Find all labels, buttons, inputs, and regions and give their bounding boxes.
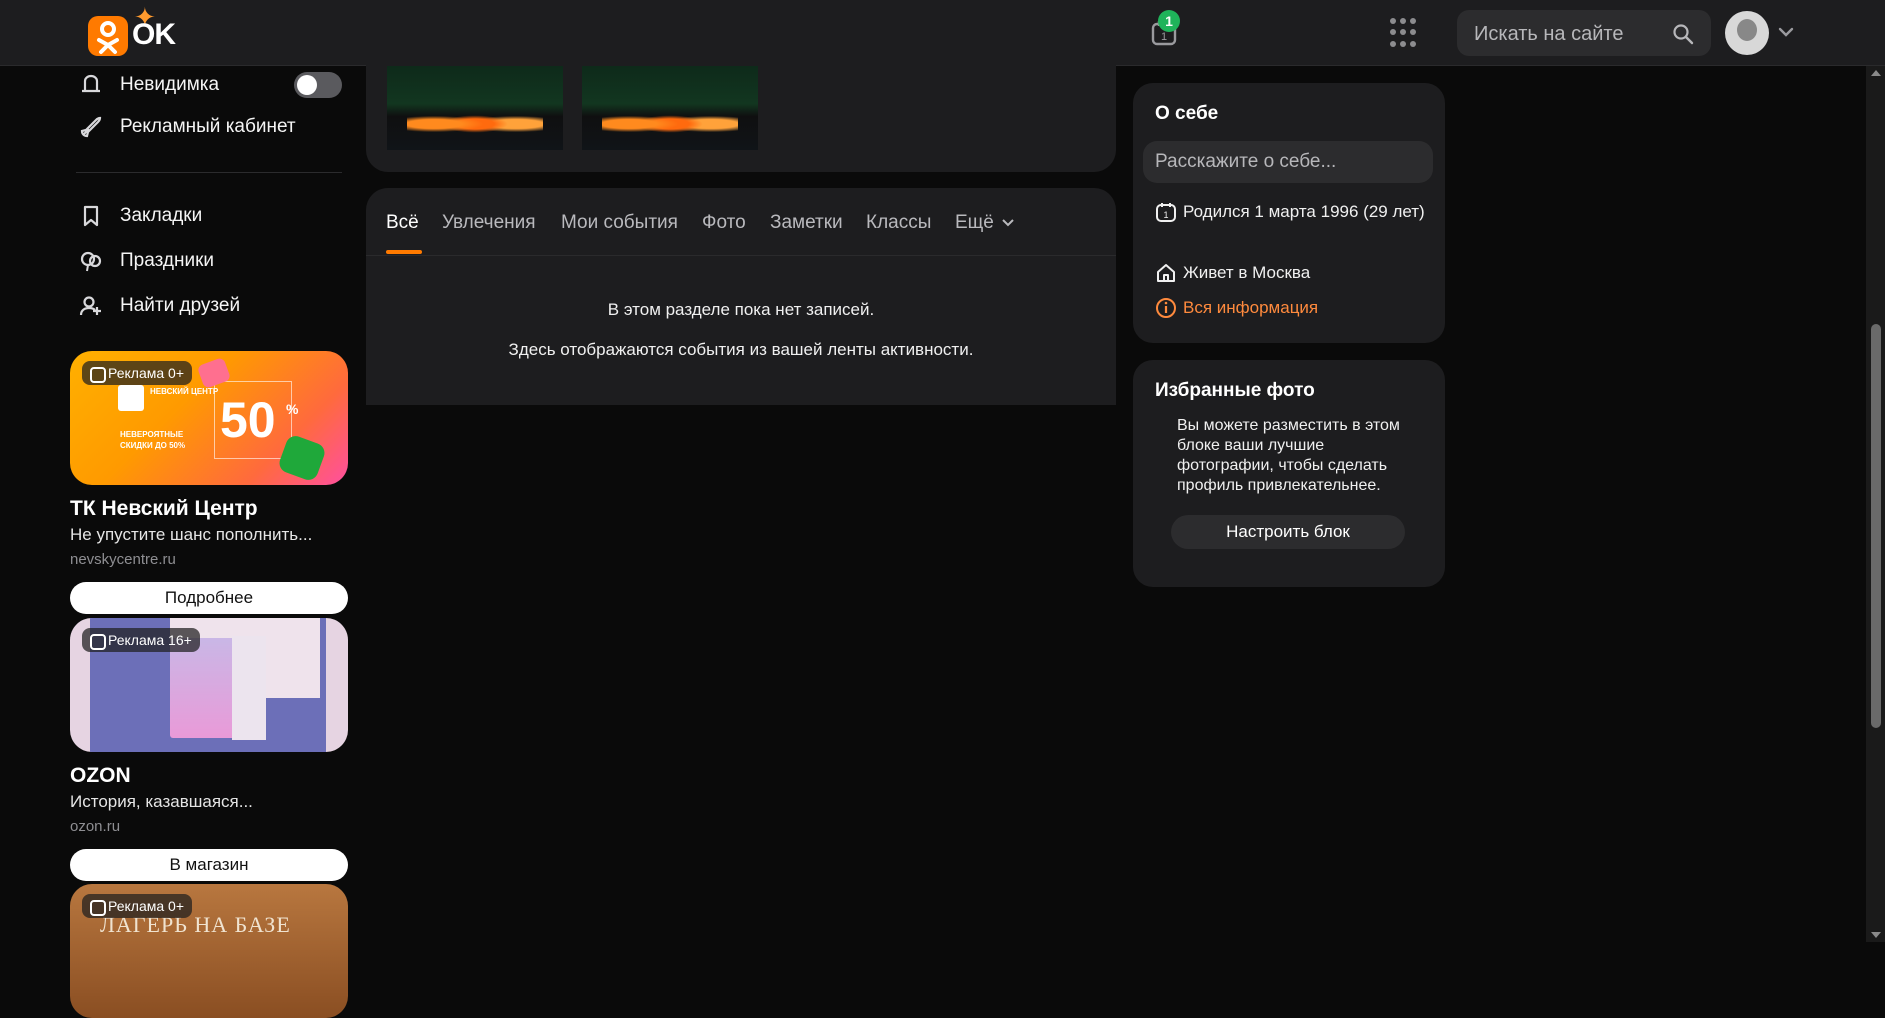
all-info-label: Вся информация (1183, 298, 1319, 317)
tab-notes[interactable]: Заметки (770, 212, 843, 234)
ad-banner-percent: 50 (220, 392, 276, 448)
photo-thumbnail[interactable] (582, 66, 758, 150)
photo-thumbnail[interactable] (387, 66, 563, 150)
tab-hobbies[interactable]: Увлечения (442, 212, 536, 234)
sidebar-item-bookmarks[interactable]: Закладки (78, 199, 202, 233)
ad-domain[interactable]: nevskycentre.ru (70, 551, 348, 568)
info-icon (1156, 298, 1176, 318)
nevsky-logo-icon (118, 385, 144, 411)
location-text: Живет в Москва (1183, 263, 1311, 282)
tab-photo[interactable]: Фото (702, 212, 746, 234)
scroll-down-icon[interactable] (1871, 932, 1881, 938)
scroll-up-icon[interactable] (1871, 70, 1881, 76)
photos-block (366, 0, 1116, 172)
ad-label-badge: Реклама 16+ (82, 628, 200, 652)
apps-grid-icon[interactable] (1390, 18, 1420, 48)
ok-logo[interactable]: ✦ OK (60, 2, 190, 60)
tab-more[interactable]: Ещё (955, 212, 1015, 234)
favorite-photos-text: Вы можете разместить в этом блоке ваши л… (1177, 417, 1400, 494)
tab-more-label: Ещё (955, 212, 994, 233)
favorite-photos-card: Избранные фото Вы можете разместить в эт… (1133, 360, 1445, 587)
ad-description[interactable]: История, казавшаяся... (70, 792, 348, 812)
ad-title[interactable]: ТК Невский Центр (70, 497, 348, 521)
ad-description[interactable]: Не упустите шанс пополнить... (70, 525, 348, 545)
left-sidebar: Невидимка Рекламный кабинет Закладки Пра… (70, 66, 350, 1018)
search-input[interactable]: Искать на сайте (1474, 23, 1623, 46)
add-user-icon (79, 296, 101, 316)
search-icon[interactable] (1671, 22, 1695, 46)
ad-banner-image[interactable]: Реклама 16+ (70, 618, 348, 752)
sidebar-item-label: Рекламный кабинет (120, 116, 296, 137)
ad-banner-image[interactable]: НЕВСКИЙ ЦЕНТР НЕВЕРОЯТНЫЕ СКИДКИ ДО 50% … (70, 351, 348, 485)
book-cover-image (170, 638, 236, 738)
svg-text:1: 1 (1163, 210, 1168, 220)
favorite-photos-title: Избранные фото (1155, 380, 1315, 401)
ad-title[interactable]: OZON (70, 764, 348, 788)
logo-text: OK (132, 18, 176, 51)
user-avatar[interactable] (1725, 11, 1769, 55)
about-card: О себе Расскажите о себе... 1 Родился 1 … (1133, 83, 1445, 343)
feed-tabs: Всё Увлечения Мои события Фото Заметки К… (366, 188, 1116, 256)
sidebar-item-label: Закладки (120, 205, 203, 226)
configure-block-button[interactable]: Настроить блок (1171, 515, 1405, 549)
ad-domain[interactable]: ozon.ru (70, 818, 348, 835)
ad-shop-button[interactable]: В магазин (70, 849, 348, 881)
sidebar-item-invisible[interactable]: Невидимка (78, 68, 219, 102)
about-input-placeholder: Расскажите о себе... (1155, 151, 1337, 172)
sidebar-item-label: Праздники (120, 250, 214, 271)
site-search[interactable]: Искать на сайте (1457, 10, 1711, 56)
notification-count-badge: 1 (1158, 10, 1180, 32)
empty-feed-title: В этом разделе пока нет записей. (607, 300, 875, 319)
svg-text:1: 1 (1161, 31, 1167, 43)
ad-label-badge: Реклама 0+ (82, 361, 193, 385)
hat-icon (82, 74, 100, 93)
scrollbar-thumb[interactable] (1871, 324, 1881, 728)
birth-text: Родился 1 марта 1996 (29 лет) (1183, 202, 1425, 221)
ad-label-badge: Реклама 0+ (82, 894, 193, 918)
balloons-icon (80, 251, 102, 272)
ad-card[interactable]: Реклама 16+ OZON История, казавшаяся... … (70, 618, 348, 881)
ad-card[interactable]: ЛАГЕРЬ НА БАЗЕ Реклама 0+ (70, 884, 348, 1018)
ad-banner-image[interactable]: ЛАГЕРЬ НА БАЗЕ Реклама 0+ (70, 884, 348, 1018)
tab-my-events[interactable]: Мои события (561, 212, 678, 234)
tab-classes[interactable]: Классы (866, 212, 931, 234)
home-icon (1157, 264, 1175, 282)
sidebar-divider (76, 172, 342, 173)
about-title: О себе (1155, 103, 1219, 124)
bookmark-icon (83, 205, 99, 227)
sidebar-item-find-friends[interactable]: Найти друзей (78, 289, 240, 323)
activity-feed: Всё Увлечения Мои события Фото Заметки К… (366, 188, 1116, 405)
ad-card[interactable]: НЕВСКИЙ ЦЕНТР НЕВЕРОЯТНЫЕ СКИДКИ ДО 50% … (70, 351, 348, 614)
chevron-down-icon (1002, 219, 1014, 227)
sidebar-item-label: Невидимка (120, 74, 220, 95)
sidebar-item-label: Найти друзей (120, 295, 241, 316)
ad-more-button[interactable]: Подробнее (70, 582, 348, 614)
about-input[interactable]: Расскажите о себе... (1143, 141, 1433, 183)
rocket-icon (80, 116, 102, 138)
all-info-link[interactable]: Вся информация (1155, 295, 1425, 320)
chevron-down-icon[interactable] (1776, 22, 1796, 42)
empty-feed-subtitle: Здесь отображаются события из вашей лент… (508, 340, 974, 359)
tab-all[interactable]: Всё (386, 212, 419, 234)
calendar-icon: 1 (1156, 203, 1176, 222)
ok-logo-mark-icon (88, 16, 128, 56)
location-info: Живет в Москва (1155, 260, 1425, 285)
page-scrollbar[interactable] (1866, 66, 1885, 942)
sidebar-item-ads-cabinet[interactable]: Рекламный кабинет (78, 110, 296, 144)
birth-info: 1 Родился 1 марта 1996 (29 лет) (1155, 199, 1425, 224)
sidebar-item-holidays[interactable]: Праздники (78, 244, 214, 278)
ad-banner-text: НЕВЕРОЯТНЫЕ СКИДКИ ДО 50% (120, 430, 186, 450)
active-tab-indicator (386, 250, 422, 254)
invisible-toggle[interactable] (294, 72, 342, 98)
